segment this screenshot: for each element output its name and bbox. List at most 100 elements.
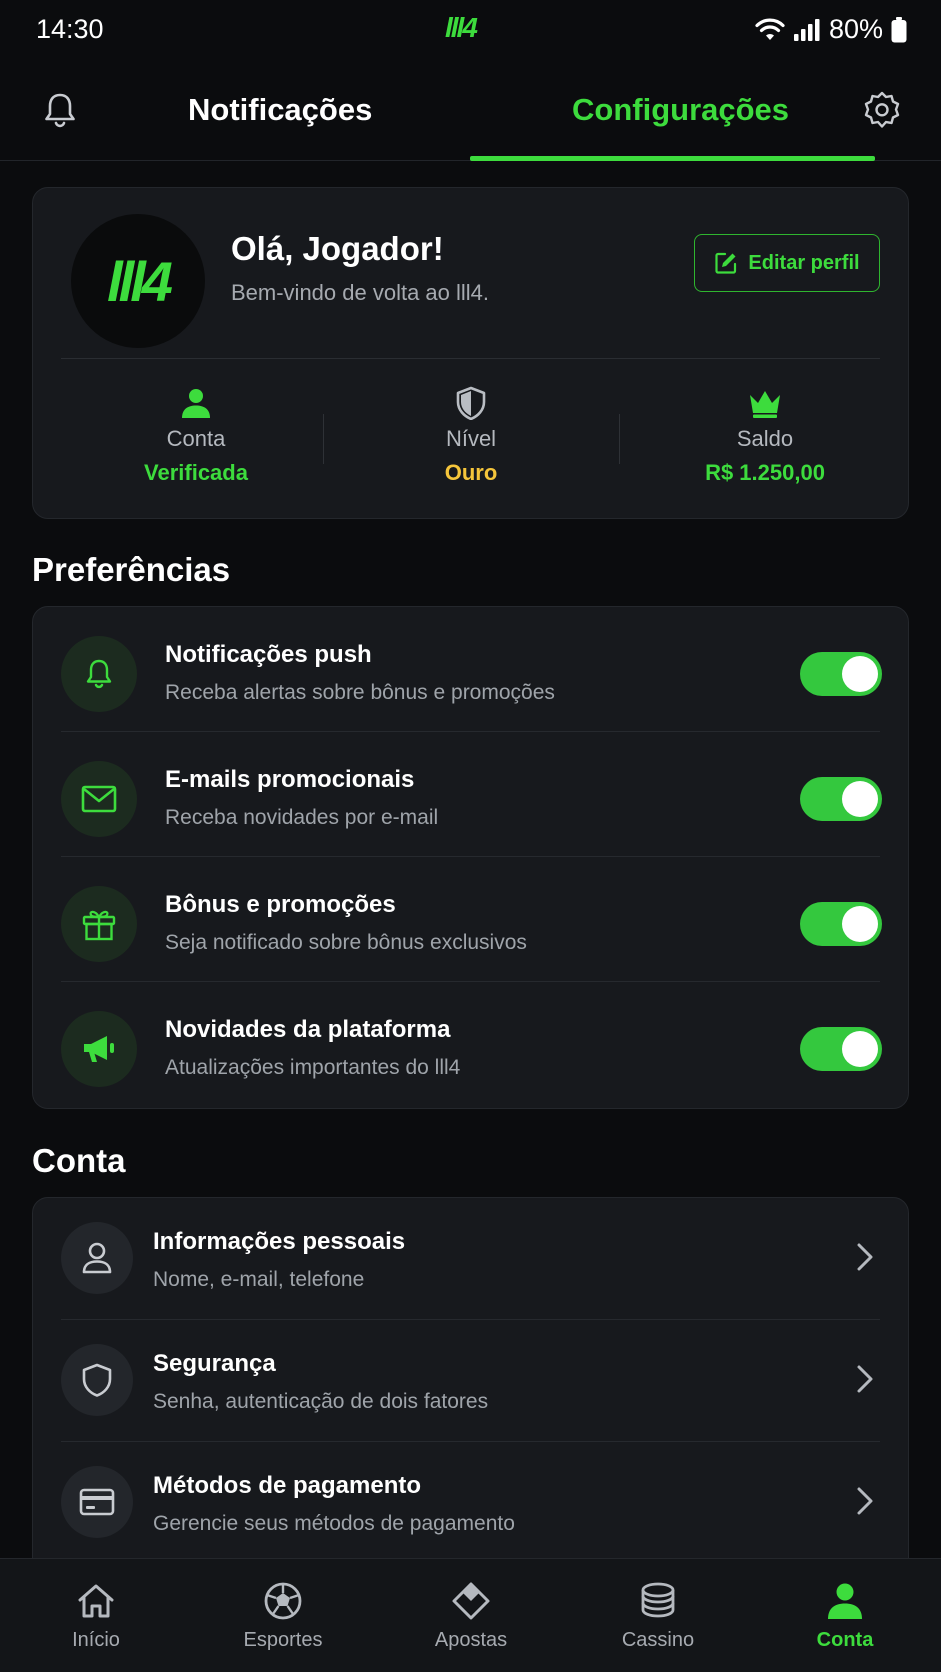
stat-account: Conta Verificada — [66, 386, 326, 486]
shield-outline-icon — [82, 1363, 112, 1397]
preferences-title: Preferências — [32, 551, 231, 588]
stat-value: Verificada — [144, 460, 248, 485]
status-time: 14:30 — [36, 14, 104, 44]
platform-news-toggle[interactable] — [800, 1027, 882, 1071]
signal-icon — [793, 18, 820, 41]
stat-separator — [619, 414, 620, 464]
account-icon-container — [61, 1344, 133, 1416]
avatar-logo: lll4 — [107, 249, 173, 313]
megaphone-icon — [84, 1036, 114, 1062]
gift-icon — [82, 910, 116, 941]
stat-value: Ouro — [444, 460, 498, 485]
battery-icon — [891, 16, 907, 42]
chevron-right-icon — [857, 1243, 873, 1271]
account-icon-container — [61, 1222, 133, 1294]
chevron-right-icon — [857, 1487, 873, 1515]
pref-row-platform-news: Novidades da plataforma Atualizações imp… — [33, 982, 910, 1106]
account-icon-container — [61, 1466, 133, 1538]
account-title: Conta — [32, 1142, 126, 1179]
profile-welcome: Bem-vindo de volta ao lll4. — [231, 280, 490, 305]
status-logo: lll4 — [445, 12, 478, 43]
stat-value: R$ 1.250,00 — [705, 460, 825, 485]
account-row-subtitle: Gerencie seus métodos de pagamento — [153, 1512, 515, 1535]
push-notifications-toggle[interactable] — [800, 652, 882, 696]
bell-icon[interactable] — [40, 90, 80, 130]
bottom-nav: Início Esportes Apostas Cassino Conta — [0, 1558, 941, 1672]
nav-bets[interactable]: Apostas — [396, 1581, 546, 1652]
account-row-title: Informações pessoais — [153, 1228, 406, 1255]
stat-label: Nível — [445, 426, 497, 451]
pref-subtitle: Receba novidades por e-mail — [165, 806, 439, 829]
pref-icon-container — [61, 636, 137, 712]
preferences-card: Notificações push Receba alertas sobre b… — [32, 606, 909, 1109]
pref-row-emails: E-mails promocionais Receba novidades po… — [33, 732, 910, 856]
divider — [61, 358, 880, 359]
soccer-ball-icon — [264, 1582, 302, 1620]
edit-profile-label: Editar perfil — [748, 251, 860, 274]
tab-notifications[interactable]: Notificações — [188, 92, 372, 128]
toggle-knob — [842, 781, 878, 817]
status-bar: 14:30 lll4 80% — [0, 0, 941, 60]
shield-icon — [456, 386, 486, 420]
battery-percent: 80% — [828, 14, 883, 44]
pref-subtitle: Receba alertas sobre bônus e promoções — [165, 681, 555, 704]
stat-balance: Saldo R$ 1.250,00 — [635, 386, 895, 486]
nav-account[interactable]: Conta — [770, 1581, 920, 1652]
pref-row-bonus: Bônus e promoções Seja notificado sobre … — [33, 857, 910, 981]
nav-label: Conta — [816, 1629, 874, 1651]
account-row-subtitle: Nome, e-mail, telefone — [153, 1268, 365, 1291]
crown-icon — [750, 391, 780, 418]
user-outline-icon — [82, 1242, 112, 1274]
pref-icon-container — [61, 761, 137, 837]
pref-subtitle: Seja notificado sobre bônus exclusivos — [165, 931, 527, 954]
chips-icon — [641, 1582, 675, 1618]
top-tabs: Notificações Configurações — [0, 62, 941, 161]
toggle-knob — [842, 906, 878, 942]
pref-subtitle: Atualizações importantes do lll4 — [165, 1056, 461, 1079]
pref-row-push: Notificações push Receba alertas sobre b… — [33, 607, 910, 731]
nav-label: Cassino — [621, 1629, 695, 1651]
gear-icon[interactable] — [862, 90, 902, 130]
nav-label: Esportes — [243, 1629, 323, 1651]
status-icons: 80% — [755, 14, 907, 45]
edit-icon — [715, 252, 737, 274]
active-tab-indicator — [470, 156, 875, 161]
stat-label: Saldo — [736, 426, 794, 451]
bell-icon — [86, 659, 112, 689]
pref-title: Novidades da plataforma — [165, 1016, 451, 1043]
chevron-right-icon — [857, 1365, 873, 1393]
pref-icon-container — [61, 886, 137, 962]
stat-separator — [323, 414, 324, 464]
nav-home[interactable]: Início — [21, 1581, 171, 1652]
credit-card-icon — [79, 1488, 115, 1516]
bonus-promotions-toggle[interactable] — [800, 902, 882, 946]
profile-card: lll4 Olá, Jogador! Bem-vindo de volta ao… — [32, 187, 909, 519]
profile-greeting: Olá, Jogador! — [231, 230, 444, 267]
tab-settings[interactable]: Configurações — [572, 92, 789, 128]
account-card: Informações pessoais Nome, e-mail, telef… — [32, 1197, 909, 1577]
ticket-icon — [452, 1582, 490, 1620]
home-icon — [78, 1584, 114, 1618]
account-row-payment-methods[interactable]: Métodos de pagamento Gerencie seus métod… — [33, 1442, 910, 1565]
account-row-personal-info[interactable]: Informações pessoais Nome, e-mail, telef… — [33, 1198, 910, 1321]
wifi-icon — [755, 18, 785, 40]
toggle-knob — [842, 656, 878, 692]
account-row-title: Métodos de pagamento — [153, 1472, 422, 1499]
pref-title: E-mails promocionais — [165, 766, 415, 793]
pref-title: Bônus e promoções — [165, 891, 396, 918]
account-row-security[interactable]: Segurança Senha, autenticação de dois fa… — [33, 1320, 910, 1443]
nav-casino[interactable]: Cassino — [583, 1581, 733, 1652]
nav-label: Início — [72, 1629, 120, 1651]
user-icon — [182, 389, 210, 418]
edit-profile-button[interactable]: Editar perfil — [694, 234, 880, 292]
stat-label: Conta — [166, 426, 226, 451]
avatar: lll4 — [71, 214, 205, 348]
user-icon — [828, 1583, 862, 1619]
stat-level: Nível Ouro — [341, 386, 601, 486]
nav-label: Apostas — [434, 1629, 508, 1651]
account-row-subtitle: Senha, autenticação de dois fatores — [153, 1390, 489, 1413]
promo-emails-toggle[interactable] — [800, 777, 882, 821]
pref-icon-container — [61, 1011, 137, 1087]
nav-sports[interactable]: Esportes — [208, 1581, 358, 1652]
pref-title: Notificações push — [165, 641, 372, 668]
